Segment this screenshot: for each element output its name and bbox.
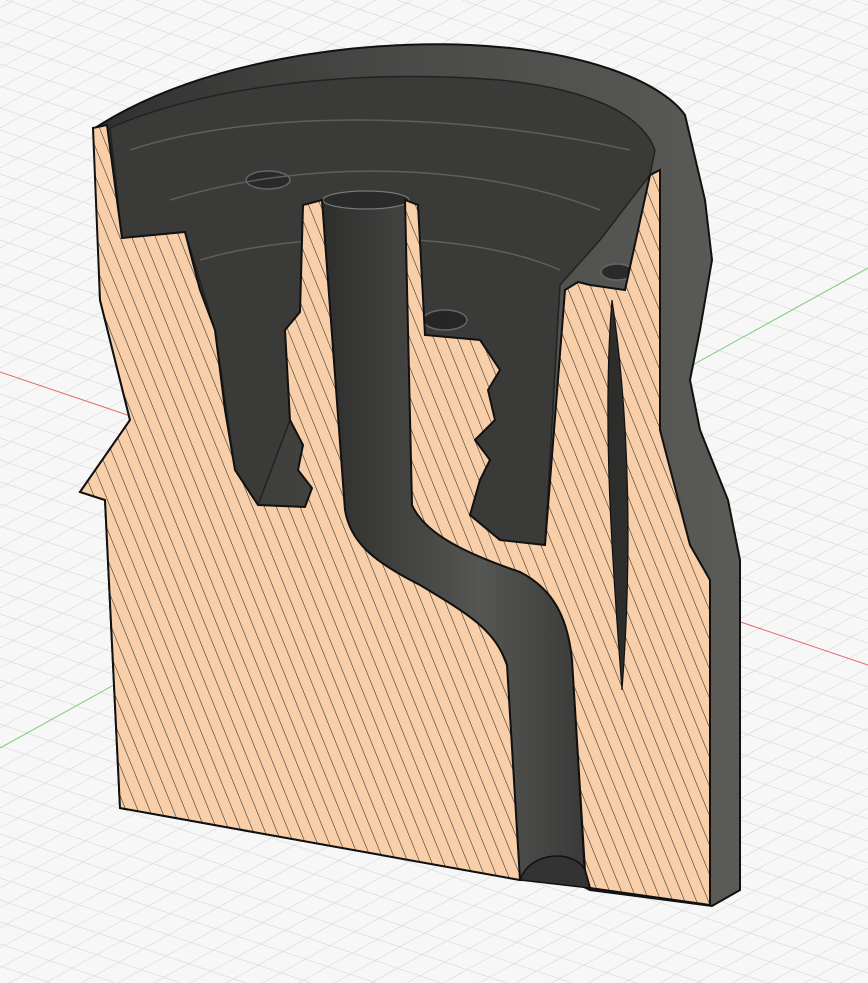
grid-line [0,965,51,983]
center-hole [422,309,468,331]
model-canvas[interactable] [0,0,868,983]
grid-line [0,943,116,983]
grid-line [0,0,124,69]
grid-line [853,0,868,6]
cad-viewport[interactable] [0,0,868,983]
grid-line [0,0,87,49]
grid-line [768,927,868,983]
grid-line [0,0,15,9]
grid-line [840,967,868,983]
grid-line [0,0,51,29]
grid-line [0,877,312,983]
grid-line [804,947,868,983]
grid-line [787,0,868,28]
grid-line [0,921,181,983]
channel-top-opening [322,190,410,210]
grid-line [722,0,868,50]
grid-line [657,0,868,72]
grid-line [696,887,868,983]
